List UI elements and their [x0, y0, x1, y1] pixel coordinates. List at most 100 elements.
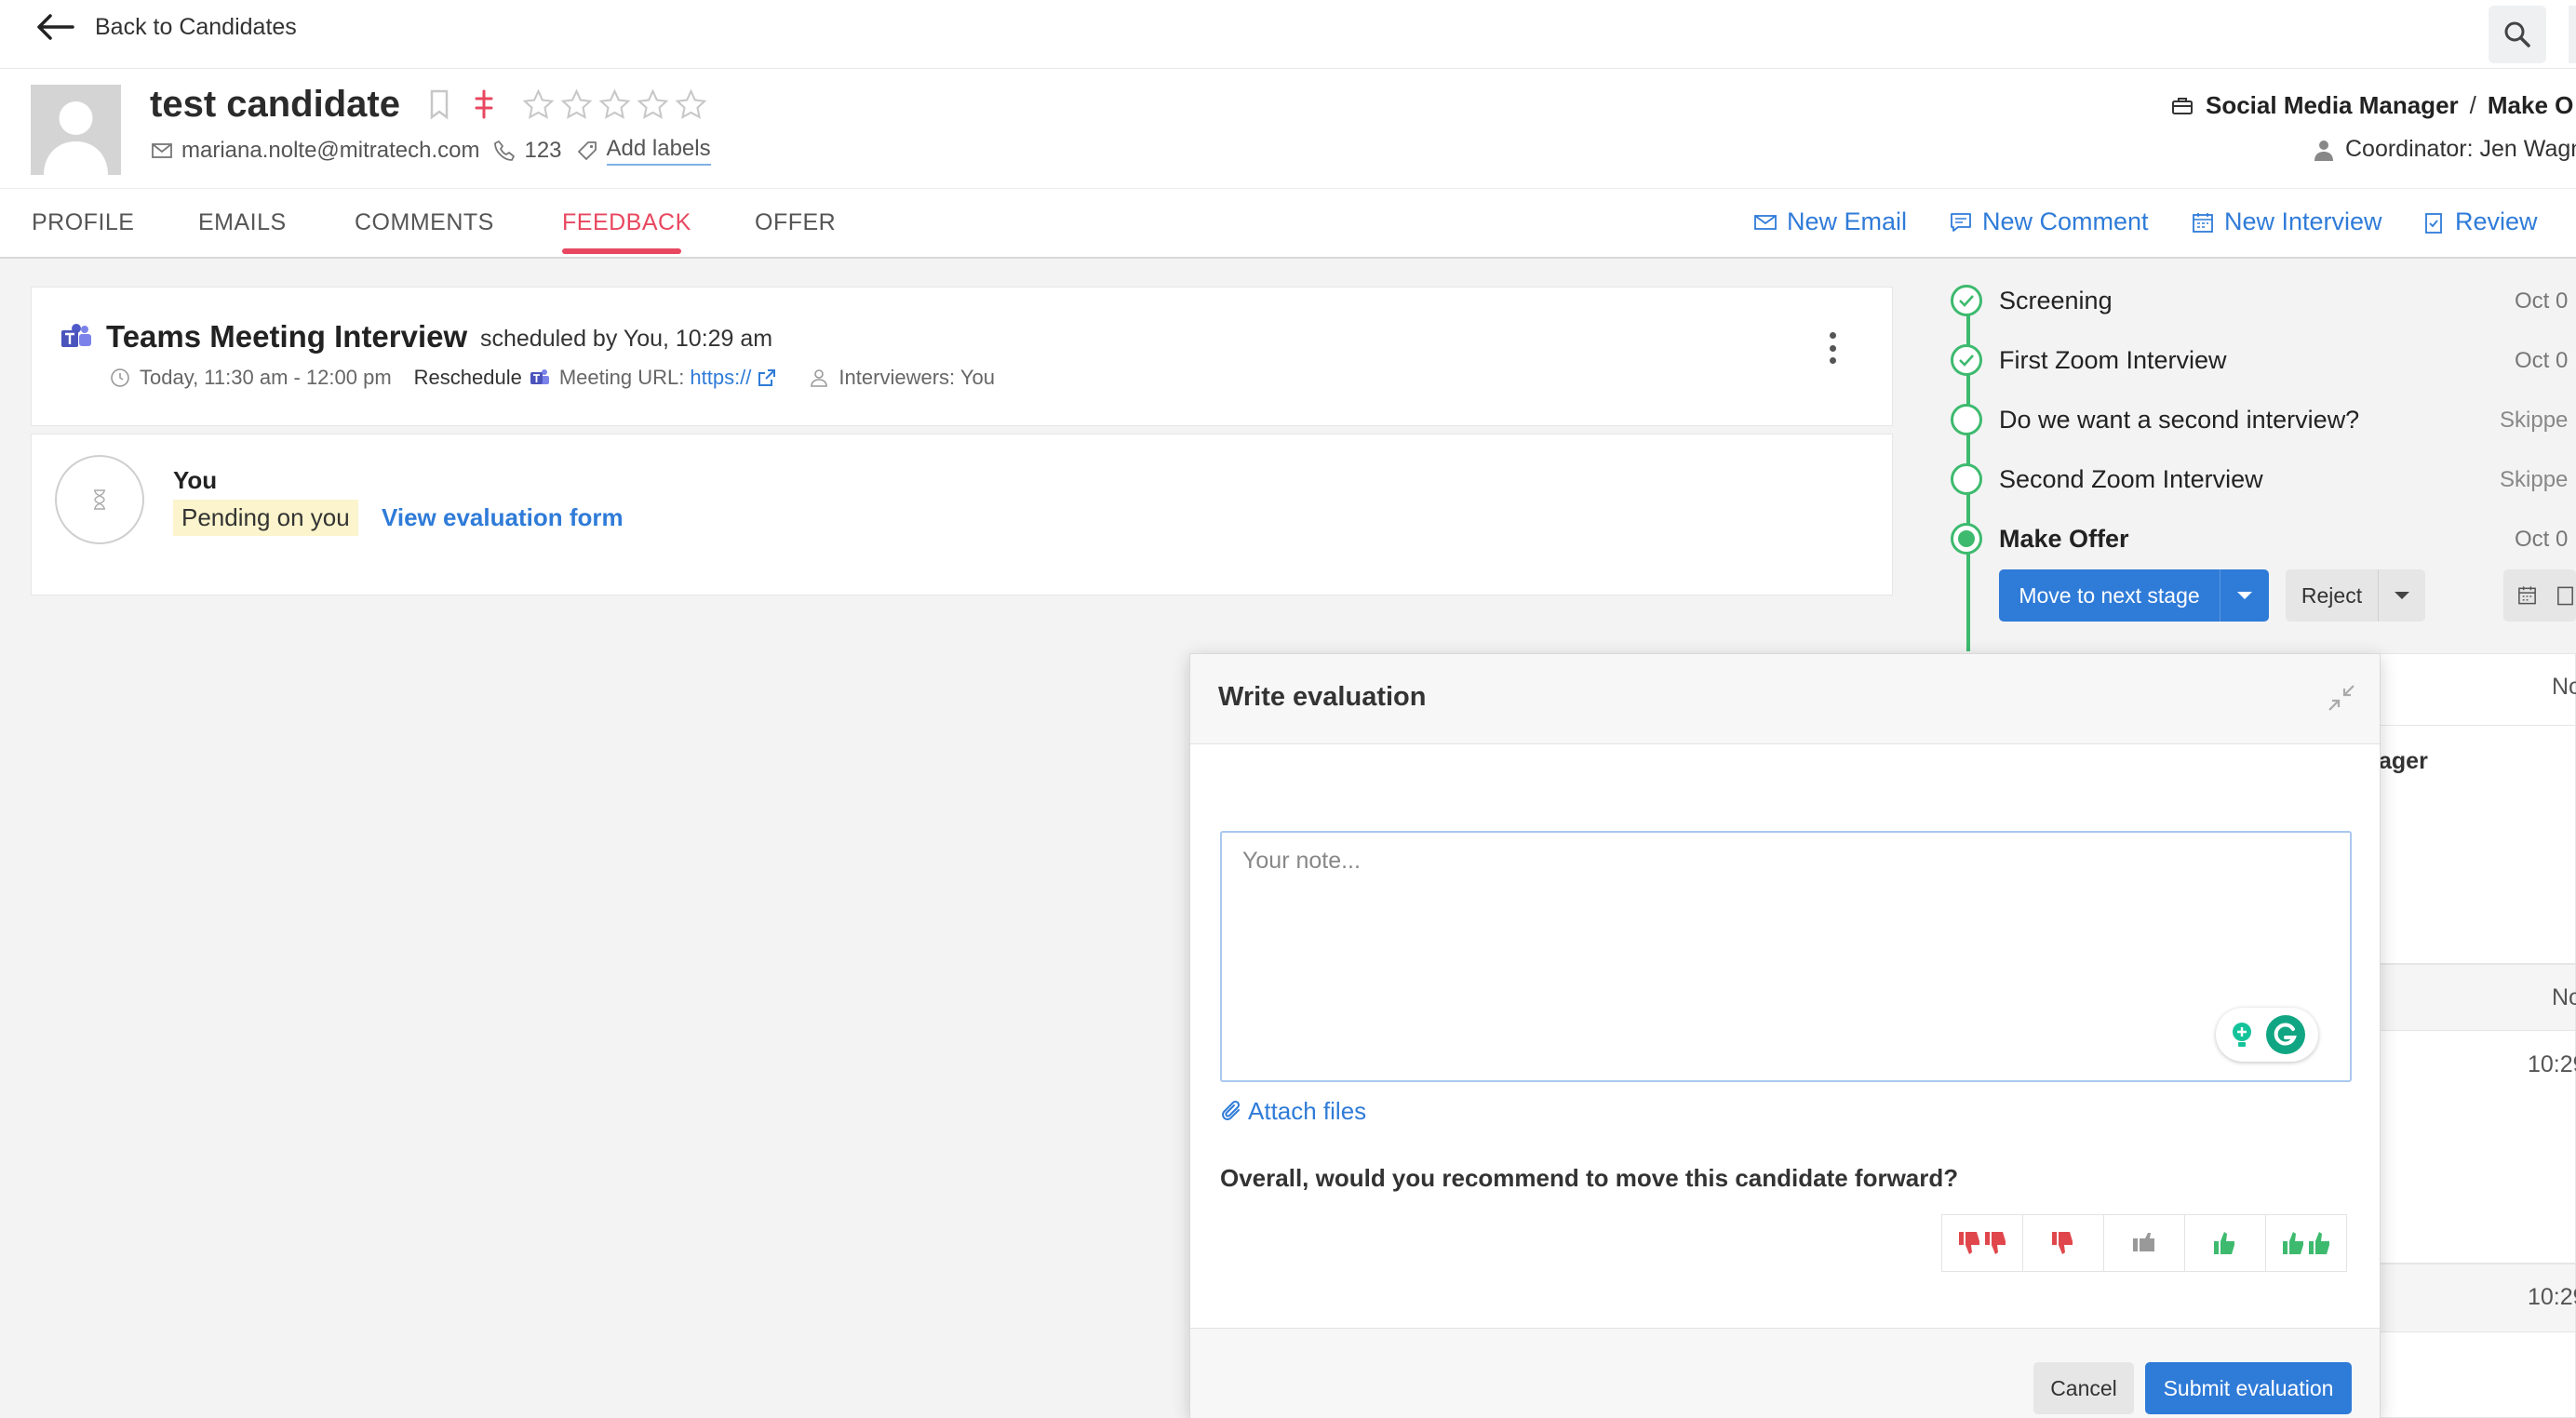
new-interview-label: New Interview	[2224, 207, 2382, 235]
interview-meta: Today, 11:30 am - 12:00 pm Reschedule Me…	[110, 366, 995, 390]
double-thumbs-down-icon	[1959, 1232, 2006, 1254]
thumbs-down-icon	[2052, 1232, 2073, 1254]
review-button[interactable]: Review	[2422, 207, 2538, 236]
star-icon[interactable]	[675, 87, 707, 121]
stage-label: Make Offer	[1999, 524, 2129, 553]
background-panel	[2373, 653, 2576, 726]
briefcase-icon	[2172, 97, 2193, 114]
stage-first-zoom-interview[interactable]: First Zoom Interview	[1951, 344, 2227, 376]
active-tab-indicator	[562, 248, 681, 254]
background-panel	[2373, 964, 2576, 1031]
stage-screening[interactable]: Screening	[1951, 285, 2113, 316]
stage-date: Oct 0	[2515, 348, 2569, 373]
back-label: Back to Candidates	[95, 13, 297, 40]
background-text: No	[2552, 984, 2576, 1010]
lightbulb-icon	[2233, 1023, 2251, 1047]
coordinator: Coordinator: Jen Wagn	[2312, 136, 2576, 163]
more-options-icon[interactable]	[1828, 332, 1837, 364]
stage-label: First Zoom Interview	[1999, 345, 2227, 374]
clipboard-icon	[2557, 586, 2573, 606]
star-icon[interactable]	[598, 87, 631, 121]
job-separator: /	[2469, 91, 2476, 119]
attach-files-link[interactable]: Attach files	[1220, 1097, 1366, 1126]
top-bar: Back to Candidates	[0, 0, 2576, 69]
star-icon[interactable]	[637, 87, 669, 121]
star-rating[interactable]	[522, 87, 707, 121]
tab-feedback[interactable]: FEEDBACK	[562, 209, 691, 236]
stage-second-zoom-interview[interactable]: Second Zoom Interview	[1951, 463, 2263, 495]
search-button[interactable]	[2489, 6, 2546, 63]
strong-no-button[interactable]	[1941, 1214, 2023, 1272]
yes-button[interactable]	[2184, 1214, 2266, 1272]
back-to-candidates-link[interactable]: Back to Candidates	[35, 13, 297, 41]
candidate-phone[interactable]: 123	[524, 138, 561, 164]
pending-badge: Pending on you	[173, 500, 358, 536]
tab-profile[interactable]: PROFILE	[32, 209, 134, 236]
new-comment-button[interactable]: New Comment	[1949, 207, 2149, 236]
tab-comments[interactable]: COMMENTS	[355, 209, 494, 236]
chevron-down-icon[interactable]	[2379, 569, 2425, 622]
recommendation-rating	[1941, 1214, 2347, 1272]
cancel-button[interactable]: Cancel	[2033, 1362, 2134, 1414]
tab-offer[interactable]: OFFER	[755, 209, 836, 236]
star-icon[interactable]	[560, 87, 593, 121]
envelope-icon	[152, 143, 172, 158]
strong-yes-button[interactable]	[2265, 1214, 2347, 1272]
teams-icon	[530, 369, 549, 384]
stage-second-interview-decision[interactable]: Do we want a second interview?	[1951, 404, 2359, 435]
move-to-next-stage-button[interactable]: Move to next stage	[1999, 569, 2269, 622]
background-text: No	[2552, 674, 2576, 700]
comment-icon	[1951, 212, 1971, 232]
stage-date: Oct 0	[2515, 288, 2569, 314]
add-labels-link[interactable]: Add labels	[606, 136, 711, 166]
calendar-icon	[2518, 586, 2536, 605]
priority-icon[interactable]	[468, 87, 500, 121]
user-silhouette-icon	[31, 85, 121, 175]
interview-title: Teams Meeting Interview	[106, 319, 468, 354]
search-icon	[2504, 21, 2530, 47]
chevron-down-icon[interactable]	[2220, 569, 2269, 622]
phone-icon	[494, 140, 516, 161]
star-icon[interactable]	[522, 87, 555, 121]
grammarly-icon	[2266, 1015, 2305, 1054]
stage-make-offer[interactable]: Make Offer	[1951, 523, 2129, 555]
clipboard-check-icon	[2425, 212, 2442, 234]
submit-evaluation-button[interactable]: Submit evaluation	[2145, 1362, 2352, 1414]
job-title[interactable]: Social Media Manager / Make O	[2170, 91, 2573, 120]
interview-scheduled-by: scheduled by You, 10:29 am	[480, 326, 773, 352]
candidate-header: test candidate mariana.nolte@mitratech.c…	[0, 69, 2576, 188]
tag-icon	[577, 141, 597, 160]
current-stage-icon	[1951, 523, 1982, 555]
extra-top-button[interactable]	[2569, 6, 2576, 63]
minimize-icon[interactable]	[2328, 684, 2355, 712]
bookmark-icon[interactable]	[423, 87, 455, 121]
schedule-button[interactable]	[2503, 569, 2576, 622]
new-email-button[interactable]: New Email	[1753, 207, 1907, 236]
paperclip-icon	[1222, 1100, 1241, 1120]
candidate-email[interactable]: mariana.nolte@mitratech.com	[181, 138, 479, 164]
reject-button[interactable]: Reject	[2286, 569, 2425, 622]
double-thumbs-up-icon	[2283, 1232, 2329, 1254]
note-textarea[interactable]	[1220, 831, 2352, 1082]
meeting-url-link[interactable]: https://	[690, 366, 751, 390]
no-button[interactable]	[2022, 1214, 2104, 1272]
reject-label: Reject	[2286, 569, 2379, 622]
tab-emails[interactable]: EMAILS	[198, 209, 287, 236]
interview-time: Today, 11:30 am - 12:00 pm	[140, 366, 392, 389]
view-evaluation-form-link[interactable]: View evaluation form	[382, 503, 624, 532]
job-stage-name: Make O	[2487, 91, 2574, 119]
external-link-icon[interactable]	[757, 368, 777, 388]
envelope-icon	[1754, 214, 1777, 230]
coordinator-name: Coordinator: Jen Wagn	[2345, 136, 2576, 162]
reschedule-link[interactable]: Reschedule	[414, 366, 522, 390]
neutral-button[interactable]	[2103, 1214, 2185, 1272]
feedback-card: You Pending on you View evaluation form	[31, 434, 1893, 595]
grammarly-widget[interactable]	[2216, 1008, 2318, 1062]
circle-icon	[1951, 404, 1982, 435]
avatar	[31, 85, 121, 175]
background-text: ager	[2379, 748, 2428, 774]
modal-footer: Cancel Submit evaluation	[1190, 1328, 2380, 1418]
stage-label: Second Zoom Interview	[1999, 464, 2263, 493]
thumbs-neutral-icon	[2133, 1233, 2154, 1251]
new-interview-button[interactable]: New Interview	[2191, 207, 2382, 236]
